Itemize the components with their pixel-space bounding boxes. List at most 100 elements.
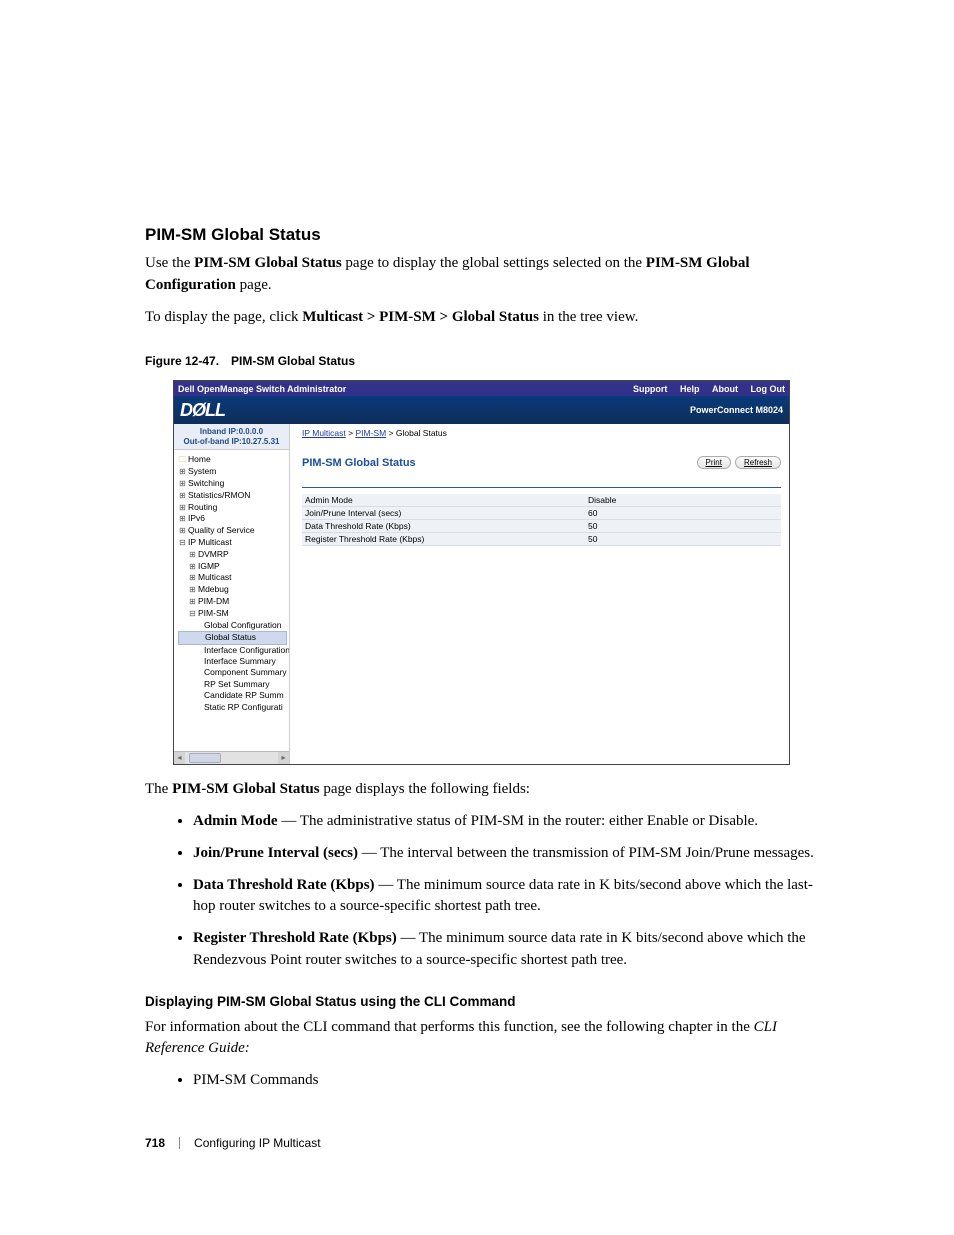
breadcrumb-link[interactable]: IP Multicast: [302, 428, 346, 438]
plus-icon: ⊞: [178, 467, 187, 478]
tree-component-summary[interactable]: Component Summary: [178, 667, 287, 678]
scroll-left-icon[interactable]: ◂: [174, 752, 185, 764]
section-heading: PIM-SM Global Status: [145, 225, 819, 245]
plus-icon: ⊞: [178, 503, 187, 514]
panel-title: PIM-SM Global Status: [302, 457, 693, 469]
sidebar: Inband IP:0.0.0.0 Out-of-band IP:10.27.5…: [174, 424, 290, 764]
row-value: 50: [588, 534, 778, 544]
tree-system[interactable]: ⊞System: [178, 466, 287, 478]
brand-bar: DØLL PowerConnect M8024: [174, 396, 789, 424]
tree-mdebug[interactable]: ⊞Mdebug: [178, 584, 287, 596]
sidebar-scrollbar[interactable]: ◂ ▸: [174, 751, 289, 764]
cli-list: PIM-SM Commands: [145, 1070, 819, 1092]
scroll-right-icon[interactable]: ▸: [278, 752, 289, 764]
outofband-ip: Out-of-band IP:10.27.5.31: [176, 437, 287, 447]
tree-igmp[interactable]: ⊞IGMP: [178, 561, 287, 573]
row-label: Register Threshold Rate (Kbps): [305, 534, 588, 544]
cli-text: For information about the CLI command th…: [145, 1017, 819, 1061]
table-row: Join/Prune Interval (secs) 60: [302, 507, 781, 520]
plus-icon: ⊞: [188, 573, 197, 584]
tree-pimsm[interactable]: ⊟PIM-SM: [178, 608, 287, 620]
app-title-bar: Dell OpenManage Switch Administrator Sup…: [174, 381, 789, 396]
footer-divider: [179, 1137, 180, 1149]
text: page.: [236, 277, 272, 293]
row-value: 50: [588, 521, 778, 531]
list-item: Admin Mode — The administrative status o…: [193, 811, 819, 833]
postfigure-text: The PIM-SM Global Status page displays t…: [145, 779, 819, 801]
text: Use the: [145, 255, 194, 271]
tree-switching[interactable]: ⊞Switching: [178, 478, 287, 490]
intro-paragraph-1: Use the PIM-SM Global Status page to dis…: [145, 253, 819, 297]
header-links: Support Help About Log Out: [623, 384, 785, 394]
logout-link[interactable]: Log Out: [751, 384, 786, 394]
text: page displays the following fields:: [320, 781, 530, 797]
row-value: Disable: [588, 495, 778, 505]
table-row: Admin Mode Disable: [302, 494, 781, 507]
figure-caption: Figure 12-47. PIM-SM Global Status: [145, 354, 819, 368]
content-pane: IP Multicast > PIM-SM > Global Status PI…: [290, 424, 789, 764]
figure-title: PIM-SM Global Status: [231, 354, 355, 368]
help-link[interactable]: Help: [680, 384, 700, 394]
field-term: Admin Mode: [193, 813, 278, 829]
divider: [302, 487, 781, 488]
tree-dvmrp[interactable]: ⊞DVMRP: [178, 549, 287, 561]
list-item: Join/Prune Interval (secs) — The interva…: [193, 843, 819, 865]
tree-qos[interactable]: ⊞Quality of Service: [178, 525, 287, 537]
text: To display the page, click: [145, 309, 302, 325]
dell-logo: DØLL: [180, 400, 225, 421]
breadcrumb: IP Multicast > PIM-SM > Global Status: [302, 428, 781, 438]
field-desc: — The interval between the transmission …: [358, 845, 814, 861]
field-term: Data Threshold Rate (Kbps): [193, 877, 375, 893]
tree-ipmcast[interactable]: ⊟IP Multicast: [178, 537, 287, 549]
plus-icon: ⊞: [188, 562, 197, 573]
intro-paragraph-2: To display the page, click Multicast > P…: [145, 307, 819, 329]
tree-rp-set-summary[interactable]: RP Set Summary: [178, 679, 287, 690]
text: For information about the CLI command th…: [145, 1019, 754, 1035]
app-screenshot: Dell OpenManage Switch Administrator Sup…: [173, 380, 790, 765]
plus-icon: ⊞: [188, 585, 197, 596]
list-item: Data Threshold Rate (Kbps) — The minimum…: [193, 875, 819, 919]
figure-number: Figure 12-47.: [145, 354, 219, 368]
minus-icon: ⊟: [178, 538, 187, 549]
tree-candidate-rp[interactable]: Candidate RP Summ: [178, 690, 287, 701]
app-title: Dell OpenManage Switch Administrator: [178, 384, 623, 394]
tree-interface-summary[interactable]: Interface Summary: [178, 656, 287, 667]
cli-subheading: Displaying PIM-SM Global Status using th…: [145, 994, 819, 1009]
nav-path: Multicast > PIM-SM > Global Status: [302, 309, 539, 325]
print-button[interactable]: Print: [697, 456, 731, 469]
tree-stats[interactable]: ⊞Statistics/RMON: [178, 490, 287, 502]
plus-icon: ⊞: [178, 514, 187, 525]
tree-multicast[interactable]: ⊞Multicast: [178, 572, 287, 584]
scroll-thumb[interactable]: [189, 753, 221, 763]
inline-term: PIM-SM Global Status: [172, 781, 320, 797]
status-table: Admin Mode Disable Join/Prune Interval (…: [302, 494, 781, 546]
about-link[interactable]: About: [712, 384, 738, 394]
row-value: 60: [588, 508, 778, 518]
page-number: 718: [145, 1136, 165, 1150]
tree-global-status[interactable]: Global Status: [178, 631, 287, 644]
minus-icon: ⊟: [188, 609, 197, 620]
field-term: Register Threshold Rate (Kbps): [193, 930, 397, 946]
plus-icon: ⊞: [178, 526, 187, 537]
list-item: Register Threshold Rate (Kbps) — The min…: [193, 928, 819, 972]
plus-icon: ⊞: [178, 491, 187, 502]
tree-global-config[interactable]: Global Configuration: [178, 620, 287, 631]
product-model: PowerConnect M8024: [690, 405, 783, 415]
tree-pimdm[interactable]: ⊞PIM-DM: [178, 596, 287, 608]
breadcrumb-current: Global Status: [396, 428, 447, 438]
support-link[interactable]: Support: [633, 384, 668, 394]
tree-static-rp[interactable]: Static RP Configurati: [178, 702, 287, 713]
plus-icon: ⊞: [188, 550, 197, 561]
tree-home[interactable]: 🗀Home: [178, 454, 287, 466]
list-item: PIM-SM Commands: [193, 1070, 819, 1092]
refresh-button[interactable]: Refresh: [735, 456, 781, 469]
tree-routing[interactable]: ⊞Routing: [178, 502, 287, 514]
breadcrumb-link[interactable]: PIM-SM: [355, 428, 386, 438]
nav-tree: 🗀Home ⊞System ⊞Switching ⊞Statistics/RMO…: [174, 450, 289, 751]
tree-interface-config[interactable]: Interface Configuration: [178, 645, 287, 656]
table-row: Data Threshold Rate (Kbps) 50: [302, 520, 781, 533]
tree-ipv6[interactable]: ⊞IPv6: [178, 513, 287, 525]
plus-icon: ⊞: [178, 479, 187, 490]
field-desc: — The administrative status of PIM-SM in…: [278, 813, 758, 829]
text: The: [145, 781, 172, 797]
